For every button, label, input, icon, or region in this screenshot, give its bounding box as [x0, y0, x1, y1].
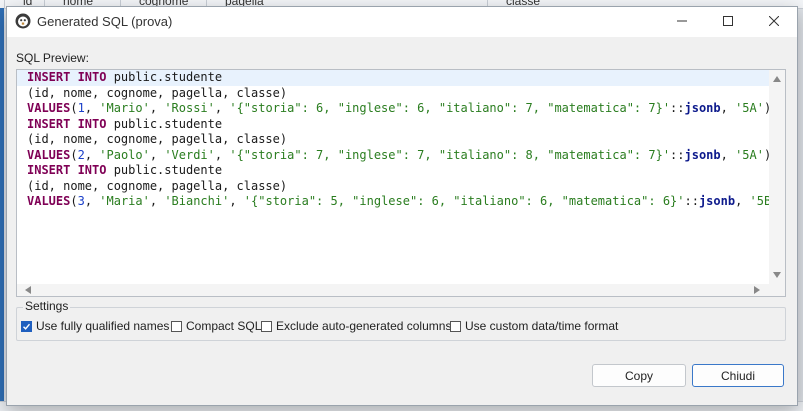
code-token: :: [670, 101, 685, 115]
code-token: jsonb [698, 194, 736, 208]
code-line: INSERT INTO public.studente [17, 163, 769, 179]
code-line: (id, nome, cognome, pagella, classe) [17, 179, 769, 195]
window-title: Generated SQL (prova) [37, 14, 173, 29]
code-token: VALUES [27, 147, 71, 162]
code-line: VALUES(1, 'Mario', 'Rossi', '{"storia": … [17, 101, 769, 117]
code-token: INSERT INTO [27, 163, 107, 177]
code-token: public.studente [106, 116, 223, 131]
code-token: , [214, 147, 230, 162]
minimize-icon [677, 13, 687, 31]
code-token: , [84, 194, 100, 208]
code-token: ( [70, 147, 78, 162]
sql-preview-label: SQL Preview: [16, 51, 89, 65]
code-line: INSERT INTO public.studente [17, 70, 769, 86]
code-token: VALUES [27, 101, 71, 115]
code-token: '{"storia": 6, "inglese": 6, "italiano":… [229, 101, 671, 115]
title-bar[interactable]: Generated SQL (prova) [7, 7, 797, 37]
code-line: (id, nome, cognome, pagella, classe) [17, 86, 769, 102]
code-token: 3 [77, 194, 85, 208]
code-token: , [720, 101, 736, 115]
code-token: 1 [77, 101, 85, 115]
minimize-button[interactable] [659, 7, 705, 37]
code-token: VALUES [27, 194, 71, 208]
code-token: INSERT INTO [27, 70, 107, 84]
code-token: :: [684, 194, 699, 208]
option-label: Use custom data/time format [465, 319, 619, 333]
code-token: , [214, 101, 230, 115]
code-line: INSERT INTO public.studente [17, 117, 769, 133]
option-fully-qualified-names[interactable]: Use fully qualified names [21, 318, 169, 334]
close-icon [768, 13, 780, 31]
option-exclude-auto-generated[interactable]: Exclude auto-generated columns [261, 318, 451, 334]
checkbox-unchecked[interactable] [171, 320, 182, 332]
code-token: 'Paolo' [99, 147, 150, 162]
code-token: 'Verdi' [164, 147, 215, 162]
sql-preview-editor[interactable]: INSERT INTO public.studente (id, nome, co… [16, 69, 786, 297]
code-token: public.studente [106, 70, 223, 84]
code-token: , [149, 101, 165, 115]
checkbox-checked[interactable] [21, 320, 32, 332]
code-token: jsonb [684, 147, 721, 162]
scroll-down-icon[interactable] [769, 268, 785, 282]
code-token: (id, nome, cognome, pagella, classe) [27, 85, 288, 100]
code-line: VALUES(2, 'Paolo', 'Verdi', '{"storia": … [17, 148, 769, 164]
code-line: VALUES(3, 'Maria', 'Bianchi', '{"storia"… [17, 194, 769, 210]
scroll-right-icon[interactable] [750, 284, 764, 296]
code-token: '5A' [735, 147, 764, 162]
code-token: (id, nome, cognome, pagella, classe) [27, 178, 288, 193]
code-line: (id, nome, cognome, pagella, classe) [17, 132, 769, 148]
code-token: '{"storia": 7, "inglese": 7, "italiano":… [229, 147, 671, 162]
code-token: 'Mario' [99, 101, 150, 115]
close-window-button[interactable] [751, 7, 797, 37]
horizontal-scrollbar[interactable] [17, 284, 769, 296]
maximize-icon [723, 13, 733, 31]
maximize-button[interactable] [705, 7, 751, 37]
code-token: , [84, 101, 100, 115]
code-token: (id, nome, cognome, pagella, classe) [27, 132, 288, 146]
settings-group: Settings Use fully qualified names Compa… [16, 299, 786, 341]
code-token: ( [70, 194, 78, 208]
scroll-up-icon[interactable] [769, 72, 785, 86]
code-token: 2 [77, 147, 85, 162]
code-token: '5B' [749, 194, 769, 208]
background-sidebar [0, 8, 4, 410]
code-token: '5A' [735, 101, 764, 115]
code-token: :: [670, 147, 685, 162]
code-token: 'Rossi' [164, 101, 215, 115]
sql-code-area[interactable]: INSERT INTO public.studente (id, nome, co… [17, 70, 769, 284]
option-label: Use fully qualified names [36, 319, 170, 333]
vertical-scrollbar[interactable] [769, 70, 785, 284]
code-token: INSERT INTO [27, 116, 107, 131]
checkbox-unchecked[interactable] [450, 320, 461, 332]
option-compact-sql[interactable]: Compact SQL [171, 318, 261, 334]
scroll-left-icon[interactable] [21, 284, 35, 296]
generated-sql-dialog: Generated SQL (prova) SQL Preview: INSER… [6, 6, 798, 406]
code-token: , [735, 194, 750, 208]
code-token: ( [70, 101, 78, 115]
code-token: public.studente [106, 163, 223, 177]
code-token: 'Maria' [99, 194, 150, 208]
code-token: , [149, 147, 165, 162]
option-label: Compact SQL [186, 319, 262, 333]
copy-button[interactable]: Copy [592, 364, 686, 387]
close-button[interactable]: Chiudi [692, 364, 784, 387]
code-token: , [84, 147, 100, 162]
settings-legend: Settings [23, 299, 71, 313]
code-token: , [229, 194, 244, 208]
code-token: jsonb [684, 101, 721, 115]
code-token: , [149, 194, 165, 208]
scrollbar-corner [769, 284, 785, 296]
option-custom-date-format[interactable]: Use custom data/time format [450, 318, 618, 334]
code-token: '{"storia": 5, "inglese": 6, "italiano":… [243, 194, 685, 208]
checkbox-unchecked[interactable] [261, 320, 272, 332]
code-token: 'Bianchi' [164, 194, 230, 208]
dbeaver-app-icon [15, 13, 31, 29]
option-label: Exclude auto-generated columns [276, 319, 452, 333]
code-token: , [720, 147, 736, 162]
